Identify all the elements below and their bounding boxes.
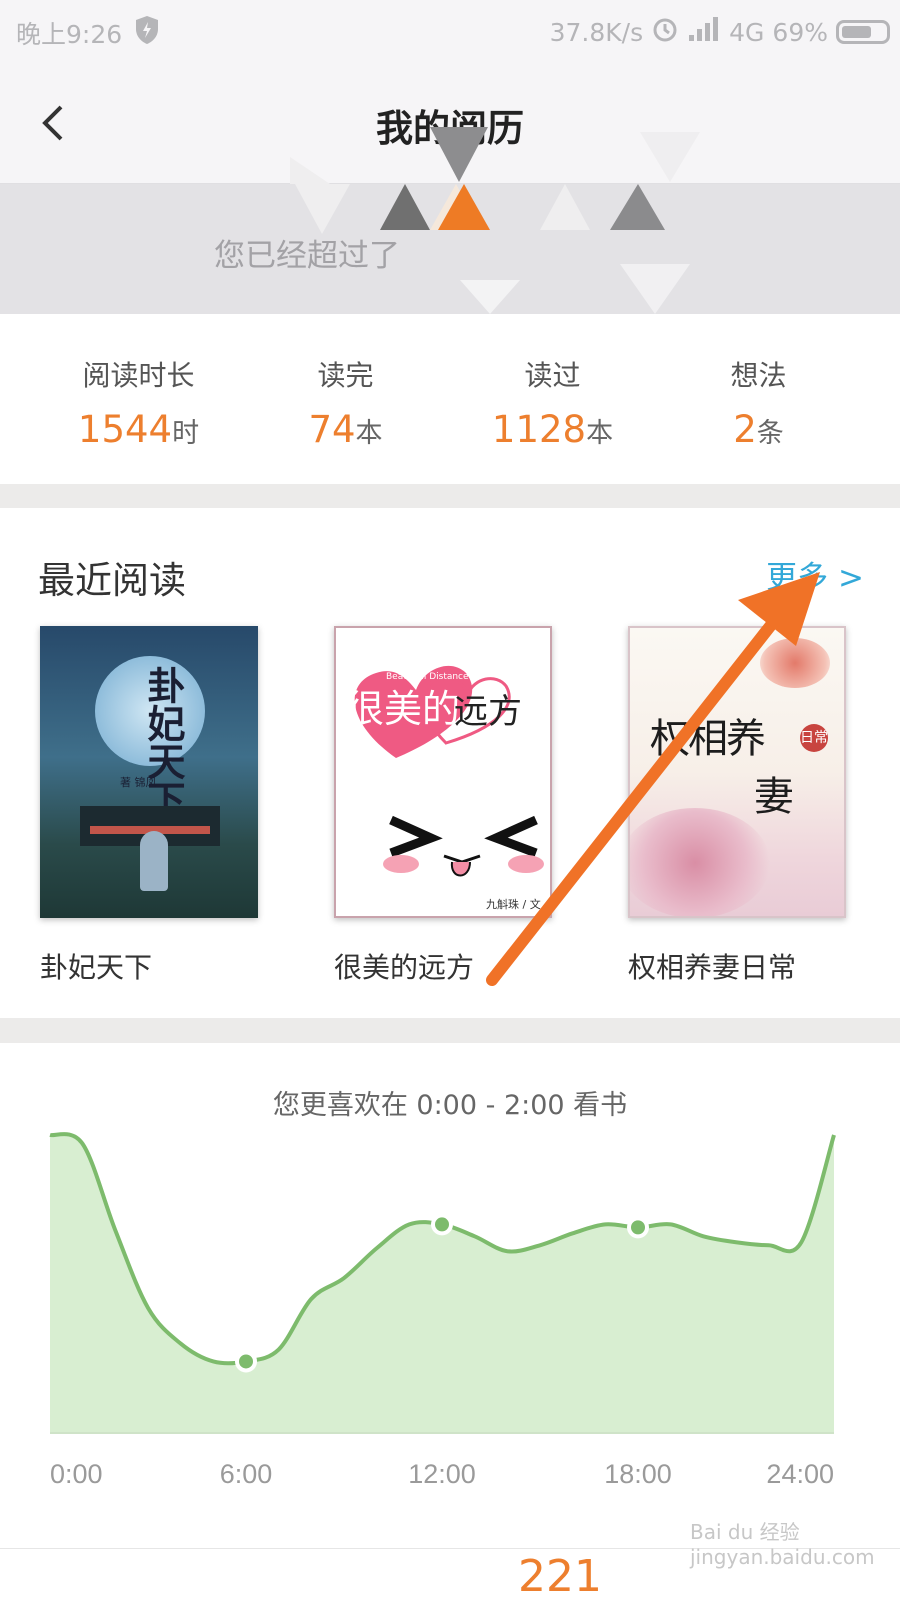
stat-value: 1544 (77, 408, 173, 451)
status-bar: 晚上9:26 37.8K/s 4G 69% (0, 0, 900, 62)
stat-label: 想法 (730, 359, 787, 392)
book-title: 权相养妻日常 (628, 951, 797, 984)
cover-badge: 日常 (800, 724, 828, 752)
book-title: 很美的远方 (334, 951, 475, 984)
cover-author: 著 锦凤 (120, 776, 157, 789)
stat-value: 2 (733, 408, 757, 451)
stat-unit: 本 (355, 418, 383, 449)
stat-unit: 时 (172, 418, 200, 449)
book-item[interactable]: 很美的 远方 Beautiful Distance 九斛珠 / 文 很美的远方 (334, 626, 552, 986)
area-fill (50, 1134, 834, 1433)
book-cover[interactable]: 很美的 远方 Beautiful Distance 九斛珠 / 文 (334, 626, 552, 918)
recent-reading-section: 最近阅读 更多 > 卦妃天下 著 锦凤 卦妃天下 很美的 远方 Beautifu… (0, 508, 900, 1018)
reading-time-chart: 您更喜欢在 0:00 - 2:00 看书 0:00 6:00 12:00 18:00 2… (0, 1043, 900, 1548)
x-tick-label: 12:00 (408, 1459, 476, 1489)
network-speed: 37.8K/s (549, 17, 644, 47)
cover-author: 九斛珠 / 文 (486, 898, 541, 911)
stat-finished[interactable]: 读完 74本 (243, 354, 448, 451)
stat-reading-time[interactable]: 阅读时长 1544时 (36, 354, 241, 451)
stat-label: 阅读时长 (82, 359, 195, 392)
status-left: 晚上9:26 (16, 15, 160, 51)
banner: 您已经超过了 (0, 184, 900, 314)
stat-value: 1128 (491, 408, 587, 451)
stat-read[interactable]: 读过 1128本 (450, 354, 655, 451)
cover-title: 权相养妻 (650, 716, 794, 820)
section-divider (0, 484, 900, 508)
cover-title: 很美的 (346, 687, 461, 731)
x-tick-label: 24:00 (766, 1459, 834, 1489)
data-point[interactable] (627, 1216, 649, 1239)
stat-unit: 条 (756, 418, 784, 449)
status-right: 37.8K/s 4G 69% (550, 15, 890, 49)
x-tick-label: 0:00 (50, 1459, 103, 1489)
stat-unit: 本 (586, 418, 614, 449)
book-item[interactable]: 卦妃天下 著 锦凤 卦妃天下 (40, 626, 258, 986)
flower-image (760, 638, 830, 688)
data-point[interactable] (431, 1213, 453, 1236)
area-chart: 0:00 6:00 12:00 18:00 24:00 (49, 1132, 836, 1489)
shield-icon (134, 15, 160, 51)
watermark: Bai du 经验 jingyan.baidu.com (690, 1520, 875, 1569)
banner-text: 您已经超过了 (214, 238, 400, 274)
stat-thoughts[interactable]: 想法 2条 (656, 354, 861, 451)
x-tick-label: 6:00 (220, 1459, 273, 1489)
stats-panel: 阅读时长 1544时 读完 74本 读过 1128本 想法 2条 (0, 314, 900, 484)
cover-subtitle: Beautiful Distance (386, 672, 469, 682)
stat-label: 读过 (524, 359, 581, 392)
status-time: 晚上9:26 (16, 20, 123, 49)
book-cover[interactable]: 卦妃天下 著 锦凤 (40, 626, 258, 918)
book-cover[interactable]: 权相养妻 日常 (628, 626, 846, 918)
stat-label: 读完 (317, 359, 374, 392)
more-link[interactable]: 更多 > (766, 552, 864, 597)
data-point[interactable] (235, 1350, 257, 1373)
triangle-pattern (295, 184, 690, 314)
battery-level (842, 26, 871, 38)
cover-title-right: 远方 (454, 692, 522, 732)
header-triangles (290, 127, 700, 184)
signal-icon (687, 15, 721, 49)
book-item[interactable]: 权相养妻 日常 权相养妻日常 (628, 626, 846, 986)
bottom-number: 221 (518, 1551, 602, 1600)
section-divider (0, 1018, 900, 1043)
recent-title: 最近阅读 (38, 559, 186, 602)
figure-image (140, 831, 168, 891)
book-title: 卦妃天下 (40, 951, 153, 984)
x-tick-label: 18:00 (604, 1459, 672, 1489)
stat-value: 74 (308, 408, 356, 451)
cover-title: 卦妃天下 (141, 666, 186, 818)
battery-icon (836, 20, 890, 44)
battery-percent: 69% (772, 17, 828, 47)
network-type: 4G (729, 17, 765, 47)
blossom-image (630, 808, 770, 916)
alarm-icon (651, 15, 679, 49)
